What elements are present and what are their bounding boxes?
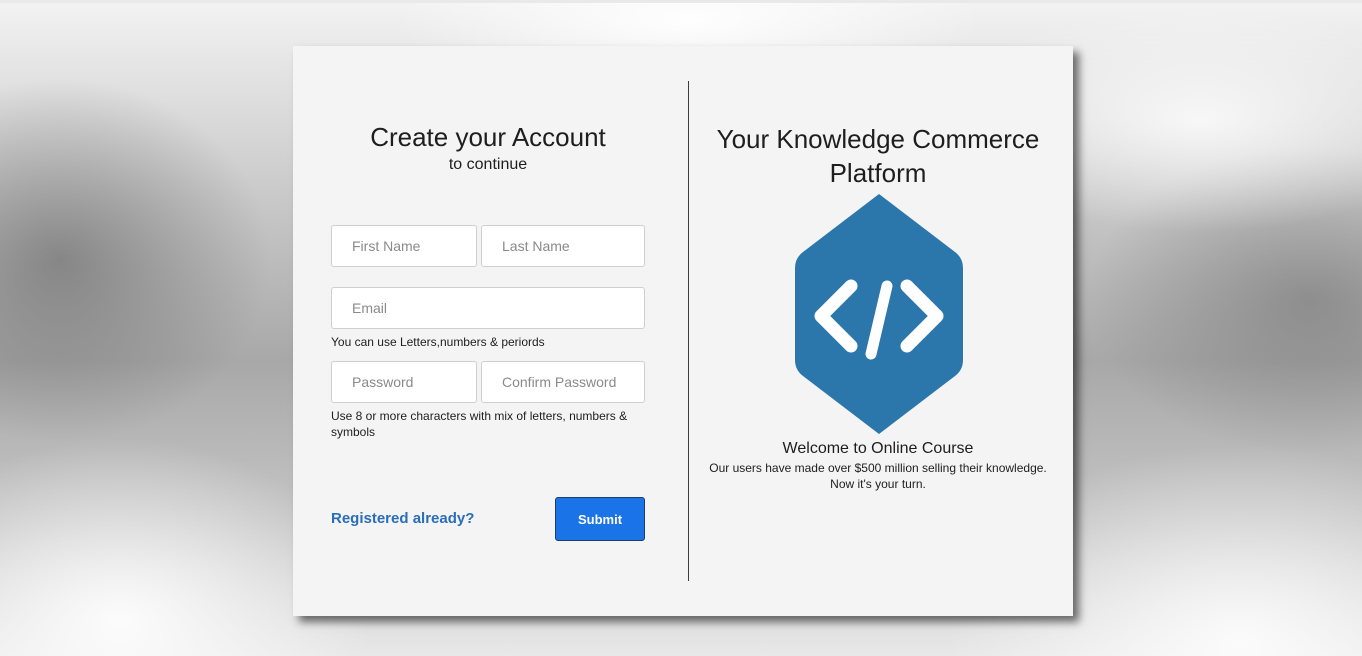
code-brackets-icon — [795, 194, 963, 434]
password-input[interactable] — [331, 361, 477, 403]
password-hint: Use 8 or more characters with mix of let… — [331, 409, 628, 439]
confirm-password-input[interactable] — [481, 361, 645, 403]
form-subtitle: to continue — [448, 156, 528, 173]
signup-card: Create your Account to continue You can … — [293, 46, 1073, 616]
email-input[interactable] — [331, 287, 645, 329]
form-title: Create your Account — [370, 122, 606, 152]
first-name-input[interactable] — [331, 225, 477, 267]
promo-description: Our users have made over $500 million se… — [693, 460, 1063, 492]
column-divider — [688, 81, 689, 581]
submit-button[interactable]: Submit — [555, 497, 645, 541]
welcome-heading: Welcome to Online Course — [782, 440, 974, 457]
promo-title: Your Knowledge Commerce Platform — [716, 124, 1040, 188]
promo-text-line-1: Our users have made over $500 million se… — [709, 461, 1047, 475]
last-name-input[interactable] — [481, 225, 645, 267]
top-border — [0, 0, 1362, 3]
email-hint: You can use Letters,numbers & periords — [331, 335, 545, 349]
promo-text-line-2: Now it's your turn. — [830, 477, 926, 491]
registered-already-link[interactable]: Registered already? — [331, 510, 474, 527]
